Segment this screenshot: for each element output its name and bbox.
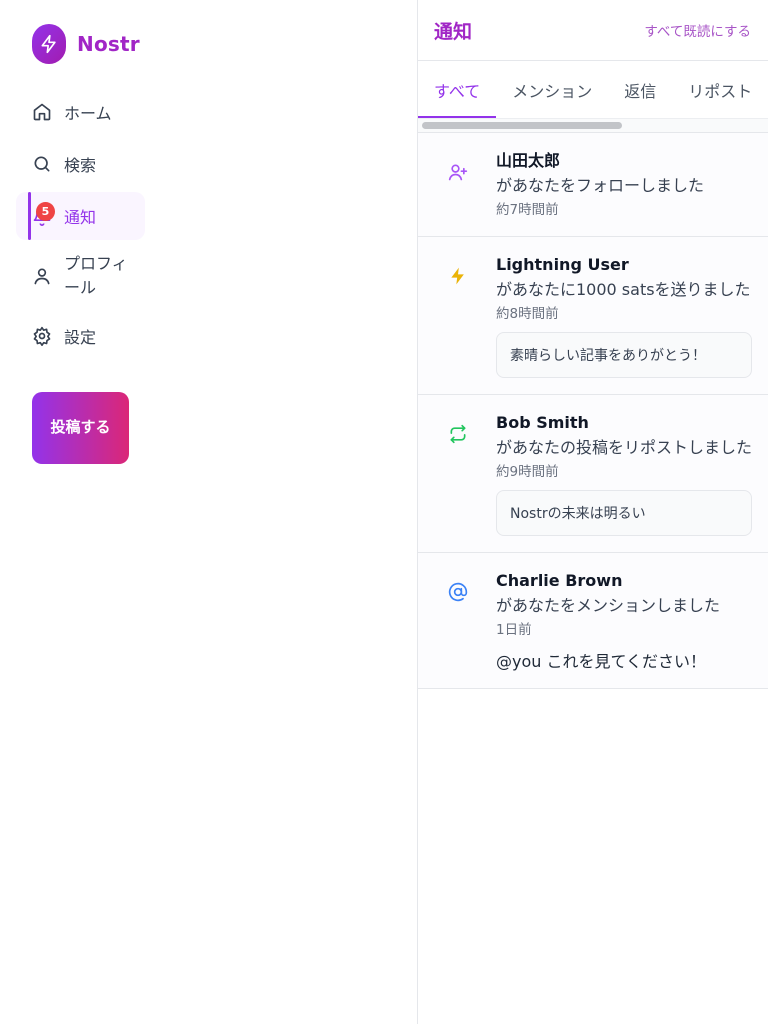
tab-replies[interactable]: 返信 — [608, 61, 672, 118]
nav-label-search: 検索 — [64, 156, 97, 175]
notification-user-name[interactable]: 山田太郎 — [496, 150, 752, 172]
brand[interactable]: Nostr — [32, 24, 140, 64]
notification-action-text: があなたをメンションしました — [496, 596, 721, 615]
tab-reposts[interactable]: リポスト — [672, 61, 768, 118]
main-nav: ホーム 検索 5 通知 プロフィール 設定 — [16, 88, 145, 364]
notification-time: 約7時間前 — [496, 202, 559, 218]
mark-all-read-link[interactable]: すべて既読にする — [644, 20, 751, 40]
mention-content: @you これを見てください！ — [496, 652, 707, 671]
nav-label-profile: プロフィール — [64, 254, 128, 297]
notification-item[interactable]: Charlie Brown があなたをメンションしました 1日前 @you これ… — [418, 553, 768, 689]
filter-tabs: すべて メンション 返信 リポスト — [418, 61, 768, 118]
repost-icon — [446, 412, 470, 536]
app-name: Nostr — [77, 32, 140, 56]
lightning-logo-icon — [32, 24, 66, 64]
notification-item[interactable]: Lightning User があなたに1000 satsを送りました 約8時間… — [418, 237, 768, 395]
notification-count-badge: 5 — [36, 202, 55, 221]
quoted-note[interactable]: Nostrの未来は明るい — [496, 490, 752, 536]
sidebar: Nostr ホーム 検索 5 通知 プロフィール 設定 投稿する — [0, 0, 417, 1024]
post-button[interactable]: 投稿する — [32, 392, 129, 464]
page-title: 通知 — [434, 20, 473, 43]
notification-action-text: があなたをフォローしました — [496, 176, 705, 195]
notification-item[interactable]: Bob Smith があなたの投稿をリポストしました 約9時間前 Nostrの未… — [418, 395, 768, 553]
notifications-panel: 通知 すべて既読にする すべて メンション 返信 リポスト 山田太郎 があなたを… — [417, 0, 768, 1024]
tab-mentions[interactable]: メンション — [496, 61, 608, 118]
notification-item[interactable]: 山田太郎 があなたをフォローしました 約7時間前 — [418, 133, 768, 237]
notification-time: 1日前 — [496, 622, 532, 638]
quoted-note[interactable]: 素晴らしい記事をありがとう！ — [496, 332, 752, 378]
gear-icon — [32, 326, 52, 346]
nav-item-notifications[interactable]: 5 通知 — [16, 192, 145, 240]
notification-time: 約9時間前 — [496, 464, 559, 480]
notification-action-text: があなたに1000 satsを送りました — [496, 280, 751, 299]
panel-header: 通知 すべて既読にする — [418, 0, 768, 61]
at-icon — [446, 570, 470, 672]
notification-user-name[interactable]: Lightning User — [496, 254, 752, 276]
nav-item-settings[interactable]: 設定 — [16, 312, 145, 360]
notification-user-name[interactable]: Charlie Brown — [496, 570, 752, 592]
nav-label-home: ホーム — [64, 104, 112, 123]
user-icon — [32, 266, 52, 286]
notification-action-text: があなたの投稿をリポストしました — [496, 438, 753, 457]
tab-all[interactable]: すべて — [418, 61, 497, 118]
home-icon — [32, 102, 52, 122]
nav-item-profile[interactable]: プロフィール — [16, 244, 145, 308]
nav-item-search[interactable]: 検索 — [16, 140, 145, 188]
scrollbar-thumb[interactable] — [422, 122, 622, 129]
lightning-icon — [446, 254, 470, 378]
nav-item-home[interactable]: ホーム — [16, 88, 145, 136]
nav-label-settings: 設定 — [64, 328, 97, 347]
nav-label-notifications: 通知 — [64, 208, 97, 227]
notification-user-name[interactable]: Bob Smith — [496, 412, 752, 434]
user-plus-icon — [446, 150, 470, 220]
notification-time: 約8時間前 — [496, 306, 559, 322]
search-icon — [32, 154, 52, 174]
tabs-scrollbar[interactable] — [418, 118, 768, 133]
